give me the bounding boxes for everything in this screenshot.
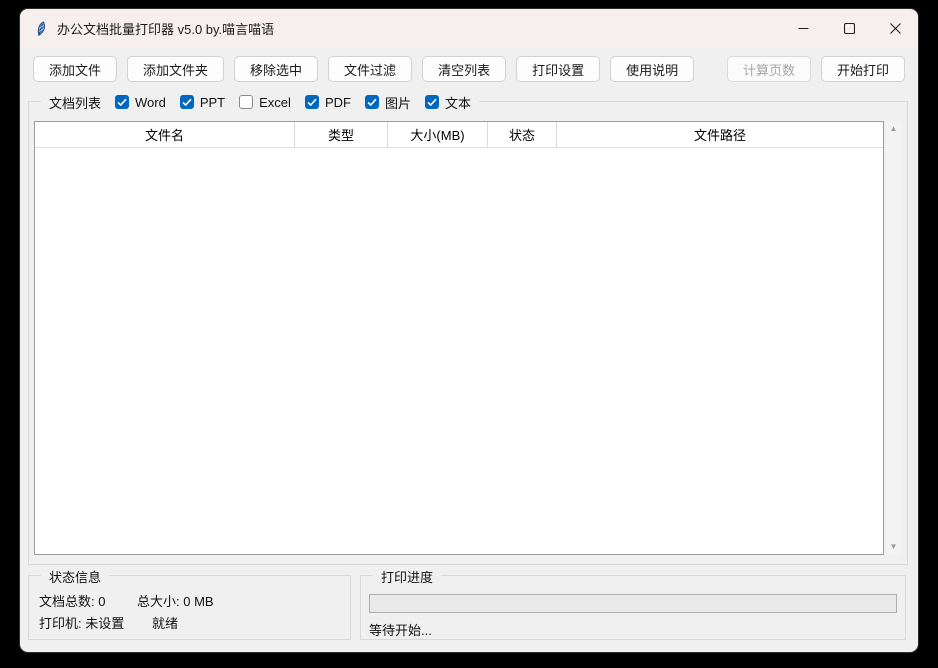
checkbox-icon <box>425 95 439 109</box>
close-button[interactable] <box>872 9 918 47</box>
total-size-text: 总大小: 0 MB <box>137 591 214 610</box>
scroll-down-icon[interactable]: ▼ <box>890 539 898 555</box>
checkbox-icon <box>365 95 379 109</box>
status-info-label: 状态信息 <box>49 567 101 586</box>
titlebar: 办公文档批量打印器 v5.0 by.喵言喵语 <box>20 9 918 47</box>
doc-count-text: 文档总数: 0 <box>39 591 105 610</box>
toolbar: 添加文件 添加文件夹 移除选中 文件过滤 清空列表 打印设置 使用说明 计算页数… <box>33 56 905 82</box>
status-info-legend: 状态信息 <box>41 566 109 586</box>
app-window: 办公文档批量打印器 v5.0 by.喵言喵语 添加文件 添加文件夹 移除选中 文… <box>20 9 918 652</box>
filter-label: 图片 <box>385 93 411 112</box>
column-header-filename[interactable]: 文件名 <box>35 122 295 147</box>
ready-state-text: 就绪 <box>152 613 178 632</box>
count-pages-button[interactable]: 计算页数 <box>727 56 811 82</box>
document-list-label: 文档列表 <box>49 93 101 112</box>
filter-label: 文本 <box>445 93 471 112</box>
filter-checkbox-image[interactable]: 图片 <box>365 93 411 112</box>
filter-checkbox-text[interactable]: 文本 <box>425 93 471 112</box>
filter-checkbox-ppt[interactable]: PPT <box>180 95 225 110</box>
start-print-button[interactable]: 开始打印 <box>821 56 905 82</box>
print-progress-group: 打印进度 等待开始... <box>360 575 906 640</box>
filter-checkbox-excel[interactable]: Excel <box>239 95 291 110</box>
add-folder-button[interactable]: 添加文件夹 <box>127 56 224 82</box>
file-filter-button[interactable]: 文件过滤 <box>328 56 412 82</box>
vertical-scrollbar[interactable]: ▲ ▼ <box>886 121 901 555</box>
usage-help-button[interactable]: 使用说明 <box>610 56 694 82</box>
filter-checkbox-pdf[interactable]: PDF <box>305 95 351 110</box>
clear-list-button[interactable]: 清空列表 <box>422 56 506 82</box>
checkbox-icon <box>305 95 319 109</box>
maximize-icon <box>844 23 855 34</box>
column-header-status[interactable]: 状态 <box>488 122 557 147</box>
print-settings-button[interactable]: 打印设置 <box>516 56 600 82</box>
print-progress-label: 打印进度 <box>381 567 433 586</box>
column-header-type[interactable]: 类型 <box>295 122 388 147</box>
document-list-legend: 文档列表 Word PPT Excel PDF 图片 <box>41 92 479 112</box>
maximize-button[interactable] <box>826 9 872 47</box>
filter-label: PPT <box>200 95 225 110</box>
scroll-up-icon[interactable]: ▲ <box>890 121 898 137</box>
progress-bar <box>369 594 897 613</box>
checkbox-icon <box>115 95 129 109</box>
printer-text: 打印机: 未设置 <box>39 613 124 632</box>
status-info-group: 状态信息 文档总数: 0 总大小: 0 MB 打印机: 未设置 就绪 <box>28 575 351 640</box>
minimize-icon <box>798 23 809 34</box>
filter-label: PDF <box>325 95 351 110</box>
file-table-header: 文件名 类型 大小(MB) 状态 文件路径 <box>35 122 883 148</box>
progress-status-text: 等待开始... <box>369 620 432 639</box>
checkbox-icon <box>239 95 253 109</box>
minimize-button[interactable] <box>780 9 826 47</box>
column-header-size[interactable]: 大小(MB) <box>388 122 488 147</box>
remove-selected-button[interactable]: 移除选中 <box>234 56 318 82</box>
add-file-button[interactable]: 添加文件 <box>33 56 117 82</box>
window-controls <box>780 9 918 47</box>
checkbox-icon <box>180 95 194 109</box>
column-header-filepath[interactable]: 文件路径 <box>557 122 883 147</box>
close-icon <box>890 23 901 34</box>
print-progress-legend: 打印进度 <box>373 566 441 586</box>
filter-label: Word <box>135 95 166 110</box>
filter-label: Excel <box>259 95 291 110</box>
filter-checkbox-word[interactable]: Word <box>115 95 166 110</box>
file-table[interactable]: 文件名 类型 大小(MB) 状态 文件路径 <box>34 121 884 555</box>
tk-feather-icon <box>32 20 48 36</box>
window-title: 办公文档批量打印器 v5.0 by.喵言喵语 <box>57 19 274 38</box>
